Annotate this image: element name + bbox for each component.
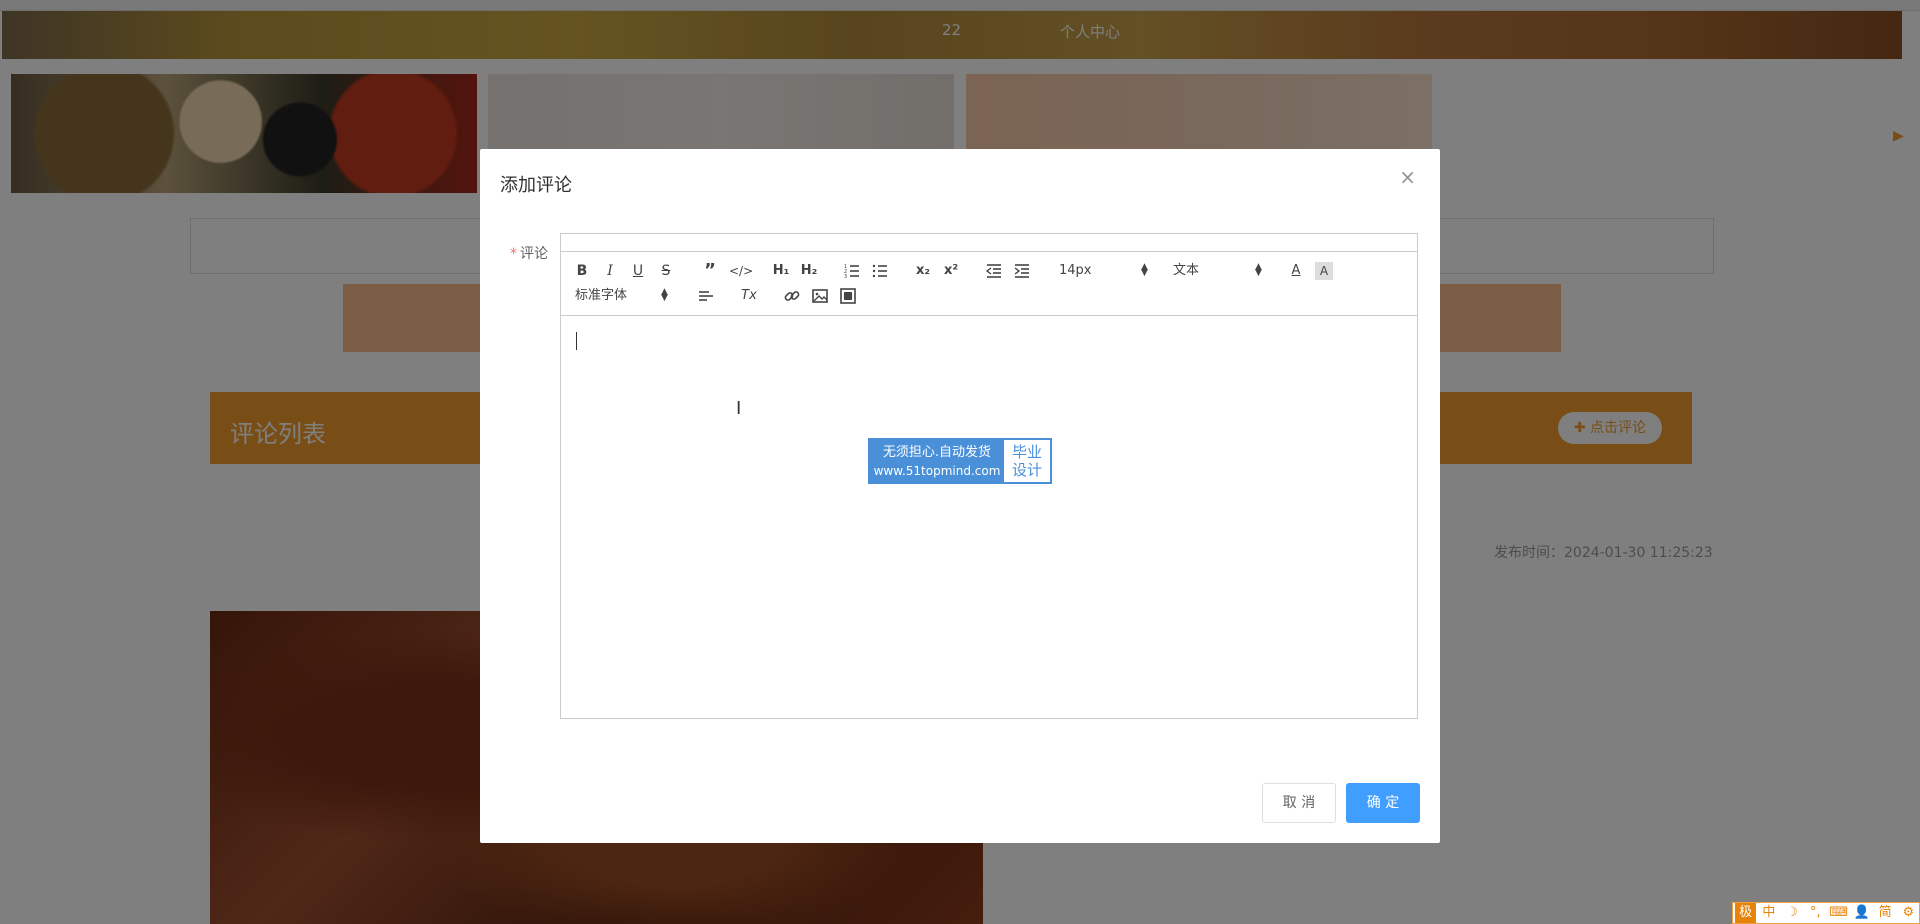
image-icon[interactable] [811,287,829,305]
indent-icon[interactable] [1013,262,1031,280]
ime-user-icon[interactable]: 👤 [1851,903,1872,923]
bold-icon[interactable]: B [575,262,589,280]
watermark-line-2: www.51topmind.com [873,464,1001,478]
text-cursor [576,332,577,350]
ime-moon-icon[interactable]: ☽ [1782,903,1803,923]
svg-text:3: 3 [844,274,847,280]
select-arrows-icon: ▲ ▼ [1255,262,1262,278]
watermark-logo: 无须担心.自动发货 www.51topmind.com 毕业 设计 [868,438,1052,484]
watermark-side-2: 设计 [1011,461,1042,479]
align-left-icon[interactable] [697,287,715,305]
ime-settings-icon[interactable]: ⚙ [1898,903,1919,923]
ime-toolbar: 极 中 ☽ °, ⌨ 👤 简 ⚙ [1732,902,1920,924]
ordered-list-icon[interactable]: 123 [843,262,861,280]
watermark-line-1: 无须担心.自动发货 [882,445,992,460]
blockquote-icon[interactable]: ” [701,262,719,280]
font-color-icon[interactable]: A [1287,262,1305,280]
dialog-title: 添加评论 [500,175,572,196]
strikethrough-icon[interactable]: S [659,262,673,280]
mouse-ibeam-cursor-icon: I [736,398,742,419]
required-mark: * [510,246,517,262]
ime-keyboard-icon[interactable]: ⌨ [1828,903,1849,923]
font-size-select[interactable]: 14px ▲ ▼ [1059,262,1149,280]
italic-icon[interactable]: I [603,262,617,280]
superscript-icon[interactable]: x² [941,262,961,280]
confirm-button[interactable]: 确 定 [1346,783,1420,823]
clear-format-icon[interactable]: Tx [739,287,759,305]
ime-simplified-icon[interactable]: 简 [1875,903,1896,923]
header-select-value: 文本 [1173,263,1200,278]
add-comment-dialog: 添加评论 × * 评论 B I U S ” </> H₁ H₂ 123 x₂ x² [480,149,1440,843]
close-icon[interactable]: × [1399,167,1416,187]
watermark-left: 无须担心.自动发货 www.51topmind.com [870,440,1004,482]
ime-punctuation-icon[interactable]: °, [1805,903,1826,923]
code-block-icon[interactable]: </> [729,262,753,280]
video-icon[interactable] [839,287,857,305]
watermark-right: 毕业 设计 [1004,440,1050,482]
heading-2-icon[interactable]: H₂ [799,262,819,280]
heading-1-icon[interactable]: H₁ [771,262,791,280]
underline-icon[interactable]: U [631,262,645,280]
cancel-button[interactable]: 取 消 [1262,783,1336,823]
editor-content-area[interactable] [561,316,1417,719]
font-family-value: 标准字体 [575,288,628,303]
outdent-icon[interactable] [985,262,1003,280]
watermark-side-1: 毕业 [1011,443,1042,461]
font-family-select[interactable]: 标准字体 ▲ ▼ [575,287,671,305]
comment-field-label: * 评论 [510,243,548,263]
header-select[interactable]: 文本 ▲ ▼ [1173,262,1263,280]
bullet-list-icon[interactable] [871,262,889,280]
link-icon[interactable] [783,287,801,305]
editor-top-border [561,234,1417,252]
background-color-icon[interactable]: A [1315,262,1333,280]
select-arrows-icon: ▲ ▼ [1141,262,1148,278]
editor-toolbar: B I U S ” </> H₁ H₂ 123 x₂ x² 14px ▲ ▼ 文… [561,252,1417,316]
font-size-value: 14px [1059,263,1092,278]
ime-language-icon[interactable]: 中 [1758,903,1779,923]
field-label-text: 评论 [520,246,548,262]
select-arrows-icon: ▲ ▼ [661,287,668,303]
subscript-icon[interactable]: x₂ [913,262,933,280]
ime-logo-icon[interactable]: 极 [1735,903,1757,923]
